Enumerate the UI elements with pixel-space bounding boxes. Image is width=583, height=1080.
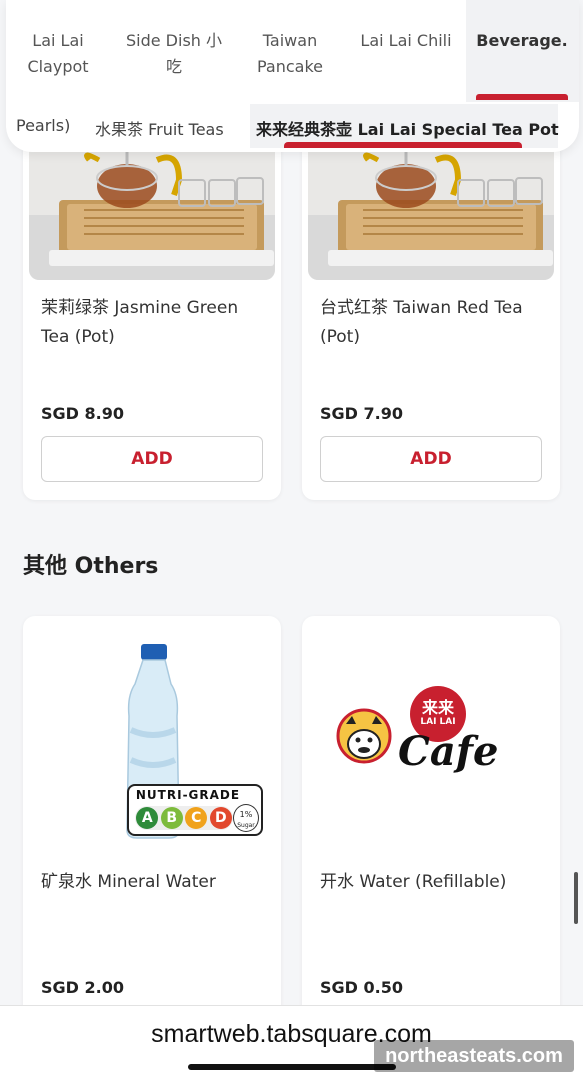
category-tab-side-dish[interactable]: Side Dish 小 吃 <box>118 28 230 80</box>
product-card-red-tea[interactable]: 台式红茶 Taiwan Red Tea (Pot) SGD 7.90 ADD <box>302 120 560 500</box>
sugar-indicator: 1% Sugar <box>233 804 259 832</box>
product-price: SGD 2.00 <box>41 978 124 997</box>
sugar-value: 1% <box>239 810 253 819</box>
nutri-grade-scale: A B C D <box>135 806 233 830</box>
logo-cafe-wordmark: Cafe <box>398 728 499 775</box>
subcategory-label: 水果茶 Fruit Teas <box>95 120 224 139</box>
product-name: 台式红茶 Taiwan Red Tea (Pot) <box>320 298 523 347</box>
subcategory-tab-special-tea-pot[interactable]: 来来经典茶壶 Lai Lai Special Tea Pot <box>256 116 559 140</box>
add-button[interactable]: ADD <box>320 436 542 482</box>
nutri-grade-badge: NUTRI-GRADE A B C D 1% Sugar <box>127 784 263 836</box>
subcategory-label: 来来经典茶壶 Lai Lai Special Tea Pot <box>256 120 559 139</box>
product-card-jasmine-tea[interactable]: 茉莉绿茶 Jasmine Green Tea (Pot) SGD 8.90 AD… <box>23 120 281 500</box>
section-title: 其他 Others <box>23 554 159 579</box>
category-tab-taiwan-pancake[interactable]: Taiwan Pancake <box>250 28 330 80</box>
subcategory-tab-fruit-teas[interactable]: 水果茶 Fruit Teas <box>95 116 224 140</box>
product-name: 矿泉水 Mineral Water <box>41 872 216 892</box>
category-nav: Lai Lai Claypot Side Dish 小 吃 Taiwan Pan… <box>6 0 579 152</box>
product-card-water-refillable[interactable]: 来来 LAI LAI Cafe 开水 Water (Refillable) SG… <box>302 616 560 1036</box>
subcategory-tab-pearls[interactable]: Pearls) <box>16 116 70 135</box>
category-label: Taiwan Pancake <box>256 31 323 76</box>
lai-lai-cafe-logo: 来来 LAI LAI Cafe <box>332 686 532 796</box>
category-row: Lai Lai Claypot Side Dish 小 吃 Taiwan Pan… <box>6 0 579 102</box>
product-name: 茉莉绿茶 Jasmine Green Tea (Pot) <box>41 298 239 347</box>
product-price: SGD 7.90 <box>320 404 403 423</box>
nutri-grade-title: NUTRI-GRADE <box>135 788 241 802</box>
watermark: northeasteats.com <box>374 1040 574 1072</box>
logo-seal-text: 来来 <box>421 698 454 717</box>
category-label: Side Dish 小 吃 <box>125 31 223 76</box>
grade-d: D <box>209 807 232 829</box>
grade-a: A <box>136 807 159 829</box>
subcategory-row: Pearls) 水果茶 Fruit Teas 来来经典茶壶 Lai Lai Sp… <box>6 104 579 150</box>
grade-b: B <box>160 807 183 829</box>
scrollbar[interactable] <box>574 872 578 924</box>
category-active-indicator <box>476 94 568 100</box>
category-label: Lai Lai Claypot <box>27 31 89 76</box>
logo-seal-subtext: LAI LAI <box>420 717 456 727</box>
sugar-label: Sugar <box>237 822 255 829</box>
subcategory-label: Pearls) <box>16 116 71 135</box>
category-tab-claypot[interactable]: Lai Lai Claypot <box>20 28 96 80</box>
category-label: Lai Lai Chili <box>360 31 452 50</box>
subcategory-active-indicator <box>284 142 522 148</box>
category-tab-beverage[interactable]: Beverage. <box>476 28 568 54</box>
add-button[interactable]: ADD <box>41 436 263 482</box>
home-indicator[interactable] <box>188 1064 396 1070</box>
category-tab-chili[interactable]: Lai Lai Chili <box>356 28 456 54</box>
category-label: Beverage. <box>476 31 568 50</box>
product-card-mineral-water[interactable]: NUTRI-GRADE A B C D 1% Sugar 矿泉水 Mineral… <box>23 616 281 1036</box>
product-price: SGD 8.90 <box>41 404 124 423</box>
product-price: SGD 0.50 <box>320 978 403 997</box>
grade-c: C <box>185 807 208 829</box>
product-name: 开水 Water (Refillable) <box>320 872 507 892</box>
